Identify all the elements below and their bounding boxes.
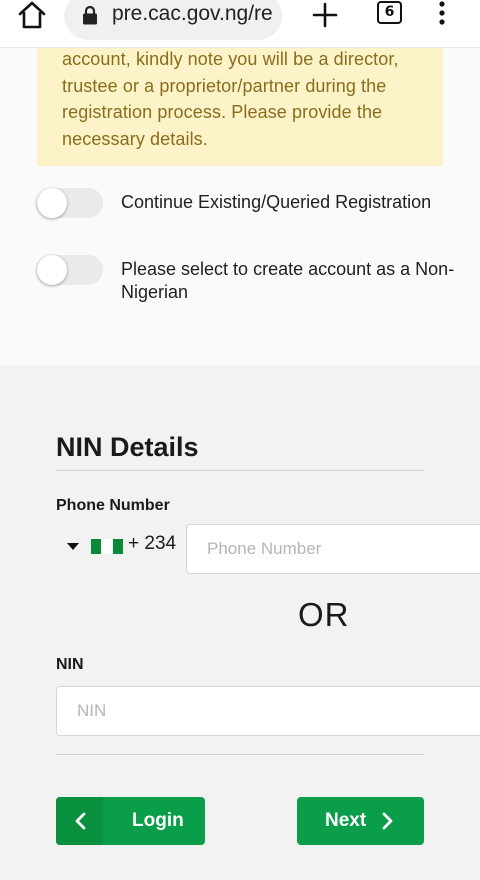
phone-number-input[interactable] (186, 524, 480, 574)
more-vertical-icon[interactable] (434, 0, 450, 28)
non-nigerian-label: Please select to create account as a Non… (121, 259, 455, 302)
nigeria-flag-icon (91, 539, 123, 554)
toggle-row-existing: Continue Existing/Queried Registration (36, 188, 466, 218)
nin-label: NIN (56, 656, 84, 673)
or-separator: OR (298, 596, 350, 633)
address-bar[interactable]: pre.cac.gov.ng/re (64, 0, 282, 40)
browser-toolbar: pre.cac.gov.ng/re 6 (0, 0, 480, 48)
existing-registration-label: Continue Existing/Queried Registration (121, 192, 432, 212)
chevron-left-icon (75, 812, 86, 830)
login-button-label: Login (132, 810, 184, 831)
lock-icon (82, 5, 98, 25)
url-text: pre.cac.gov.ng/re (112, 2, 273, 25)
home-icon[interactable] (16, 0, 48, 30)
info-notice: account, kindly note you will be a direc… (37, 48, 443, 166)
toggle-row-non-nigerian: Please select to create account as a Non… (36, 255, 466, 305)
section-title: NIN Details (56, 432, 199, 462)
login-button[interactable]: Login (56, 797, 205, 845)
nin-details-section: NIN Details Phone Number + 234 OR NIN Lo… (0, 366, 480, 880)
country-code-picker[interactable]: + 234 (60, 532, 184, 558)
non-nigerian-toggle[interactable] (36, 255, 103, 285)
tab-switcher-icon[interactable]: 6 (377, 1, 402, 24)
page-content: account, kindly note you will be a direc… (0, 48, 480, 880)
existing-registration-toggle[interactable] (36, 188, 103, 218)
login-chevron-box (56, 797, 103, 845)
chevron-right-icon (382, 812, 393, 830)
next-button[interactable]: Next (297, 797, 424, 845)
caret-down-icon (67, 543, 79, 550)
dial-code: + 234 (128, 533, 177, 554)
notice-text: account, kindly note you will be a direc… (62, 49, 399, 149)
toggle-knob (37, 255, 67, 285)
divider (56, 754, 424, 755)
plus-icon[interactable] (311, 1, 339, 29)
toggle-knob (37, 188, 67, 218)
next-button-label: Next (325, 810, 367, 831)
nin-input[interactable] (56, 686, 480, 736)
divider (56, 470, 424, 471)
phone-number-label: Phone Number (56, 497, 170, 514)
